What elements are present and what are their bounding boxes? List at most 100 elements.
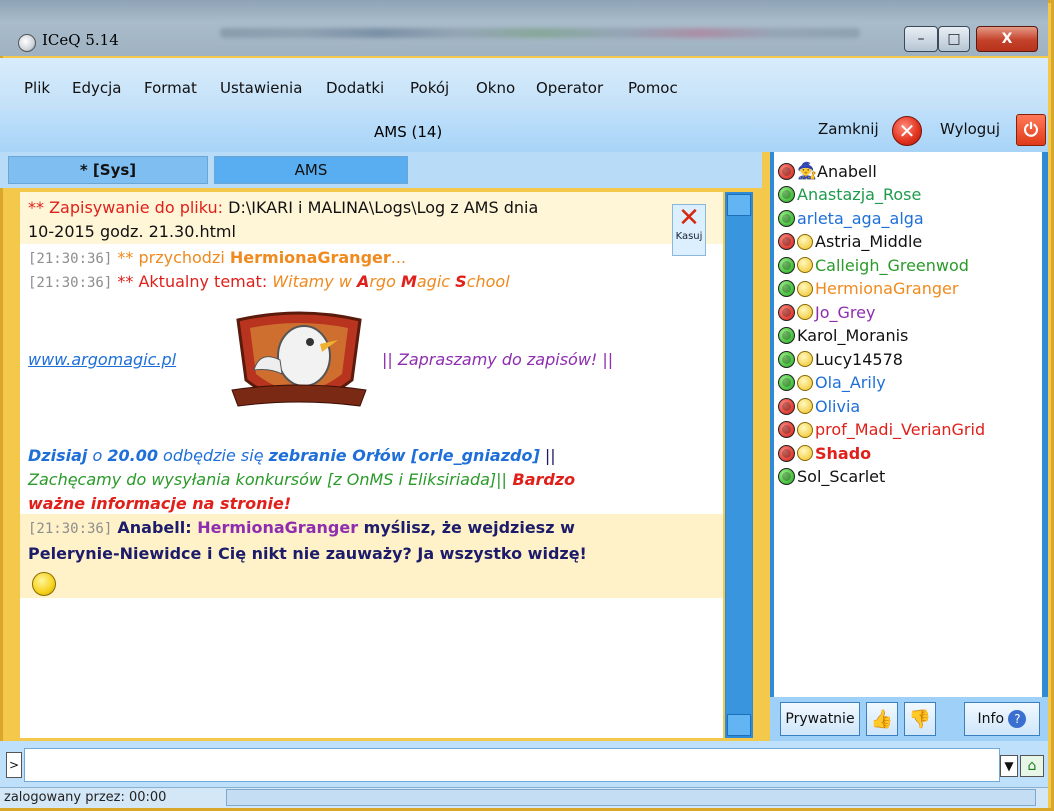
user-list-item[interactable]: arleta_aga_alga [778,207,924,229]
user-name: Lucy14578 [815,349,903,369]
user-name: Karol_Moranis [797,326,909,345]
status-busy-icon [778,162,795,180]
message-text: myślisz, że wejdziesz w [358,518,575,537]
user-list-item[interactable]: Shado [778,442,871,464]
status-text: zalogowany przez: 00:00 [4,790,167,805]
status-online-icon [778,209,795,227]
user-list-item[interactable]: Lucy14578 [778,348,903,370]
mood-icon [797,304,813,320]
mood-icon [797,374,813,391]
chat-log[interactable]: ** Zapisywanie do pliku: D:\IKARI i MALI… [20,192,723,738]
scroll-down-arrow[interactable] [727,714,751,736]
menu-format[interactable]: Format [144,79,197,97]
user-list-item[interactable]: 🧙 Anabell [778,160,877,182]
topic-letter: S [455,272,467,291]
status-online-icon [778,374,795,391]
window-title: ICeQ 5.14 [42,31,119,49]
maximize-button[interactable]: □ [938,26,970,52]
timestamp: [21:30:36] [28,275,113,291]
thumbs-up-icon[interactable]: 👍 [866,702,898,736]
status-online-icon [778,350,795,368]
status-segment [226,789,1036,806]
mood-icon [797,233,813,250]
window-close-button[interactable]: X [976,26,1038,52]
message-mention[interactable]: HermionaGranger [197,518,358,537]
announce-line-3: ważne informacje na stronie! [28,494,291,513]
private-button[interactable]: Prywatnie [780,702,860,736]
menu-edycja[interactable]: Edycja [72,79,121,97]
input-prompt[interactable]: > [6,752,22,778]
status-online-icon [778,186,795,203]
announce-text: odbędzie się [157,446,269,465]
message-line-2: Pelerynie-Niewidce i Cię nikt nie zauważ… [28,544,587,563]
user-list-item[interactable]: Astria_Middle [778,231,922,253]
topic-text: agic [416,272,456,291]
title-bar[interactable] [0,0,1048,56]
topic-label: ** Aktualny temat: [112,272,273,291]
thumbs-down-icon[interactable]: 👎 [904,702,936,736]
message-author[interactable]: Anabell [117,518,185,537]
tab-sys[interactable]: * [Sys] [8,156,208,184]
announce-important: ważne informacje na stronie! [28,494,292,513]
close-room-icon[interactable]: ✕ [892,116,922,146]
status-busy-icon [778,303,795,321]
user-list-item[interactable]: HermionaGranger [778,278,958,300]
announce-separator: || [539,446,556,465]
mood-icon [797,280,813,297]
menu-okno[interactable]: Okno [476,79,515,97]
join-user[interactable]: HermionaGranger [230,248,391,267]
power-icon[interactable]: ⏻ [1016,114,1046,146]
message-input[interactable] [24,748,1000,782]
mood-icon [797,398,813,414]
announce-text: o [87,446,108,465]
scroll-up-arrow[interactable] [727,194,751,216]
menu-plik[interactable]: Plik [24,79,50,97]
user-list-item[interactable]: Anastazja_Rose [778,184,921,206]
save-path: D:\IKARI i MALINA\Logs\Log z AMS dnia [228,198,539,217]
info-button[interactable]: Info ? [964,702,1040,736]
user-name: Anastazja_Rose [797,185,922,204]
announce-important: Bardzo [506,470,576,489]
user-list-item[interactable]: prof_Madi_VerianGrid [778,419,985,441]
user-list-item[interactable]: Olivia [778,395,860,417]
clear-log-button[interactable]: ✕ Kasuj [672,204,706,256]
menu-ustawienia[interactable]: Ustawienia [220,79,302,97]
topic-text: Witamy w [272,272,357,291]
minimize-button[interactable]: – [904,26,938,52]
topic-letter: A [356,272,370,291]
timestamp: [21:30:36] [28,521,113,537]
announce-line-2: Zachęcamy do wysyłania konkursów [z OnMS… [28,470,575,489]
message-text: Pelerynie-Niewidce i Cię nikt nie zauważ… [28,544,587,563]
user-name: Calleigh_Greenwod [815,255,969,275]
user-name: Olivia [815,396,861,416]
user-list-item[interactable]: Jo_Grey [778,301,875,323]
home-icon[interactable]: ⌂ [1020,755,1044,777]
chat-scrollbar[interactable] [725,192,753,738]
menu-operator[interactable]: Operator [536,79,603,97]
logout-label[interactable]: Wyloguj [940,120,1000,138]
close-room-label[interactable]: Zamknij [818,120,879,138]
chevron-down-icon[interactable]: ▼ [1000,755,1018,777]
taskbar-blur [220,28,860,38]
website-link[interactable]: www.argomagic.pl [28,350,176,369]
room-bar [0,110,1048,152]
tab-ams[interactable]: AMS [214,156,408,184]
user-list-item[interactable]: Karol_Moranis [778,325,908,347]
menu-pokoj[interactable]: Pokój [410,79,449,97]
topic-text: chool [466,272,510,291]
status-busy-icon [778,421,795,438]
status-online-icon [778,256,795,274]
scroll-track[interactable] [726,216,752,716]
user-list-item[interactable]: Ola_Arily [778,372,886,394]
wizard-icon: 🧙 [797,161,817,180]
menu-dodatki[interactable]: Dodatki [326,79,384,97]
invite-line: || Zapraszamy do zapisów! || [382,350,613,369]
user-list-item[interactable]: Calleigh_Greenwod [778,254,969,276]
topic-line: [21:30:36] ** Aktualny temat: Witamy w A… [28,272,510,291]
menu-pomoc[interactable]: Pomoc [628,79,678,97]
user-list-item[interactable]: Sol_Scarlet [778,466,885,488]
clear-log-label: Kasuj [675,231,703,242]
topic-text: rgo [369,272,401,291]
grin-emoticon-icon [32,572,56,596]
user-name: arleta_aga_alga [797,208,924,228]
